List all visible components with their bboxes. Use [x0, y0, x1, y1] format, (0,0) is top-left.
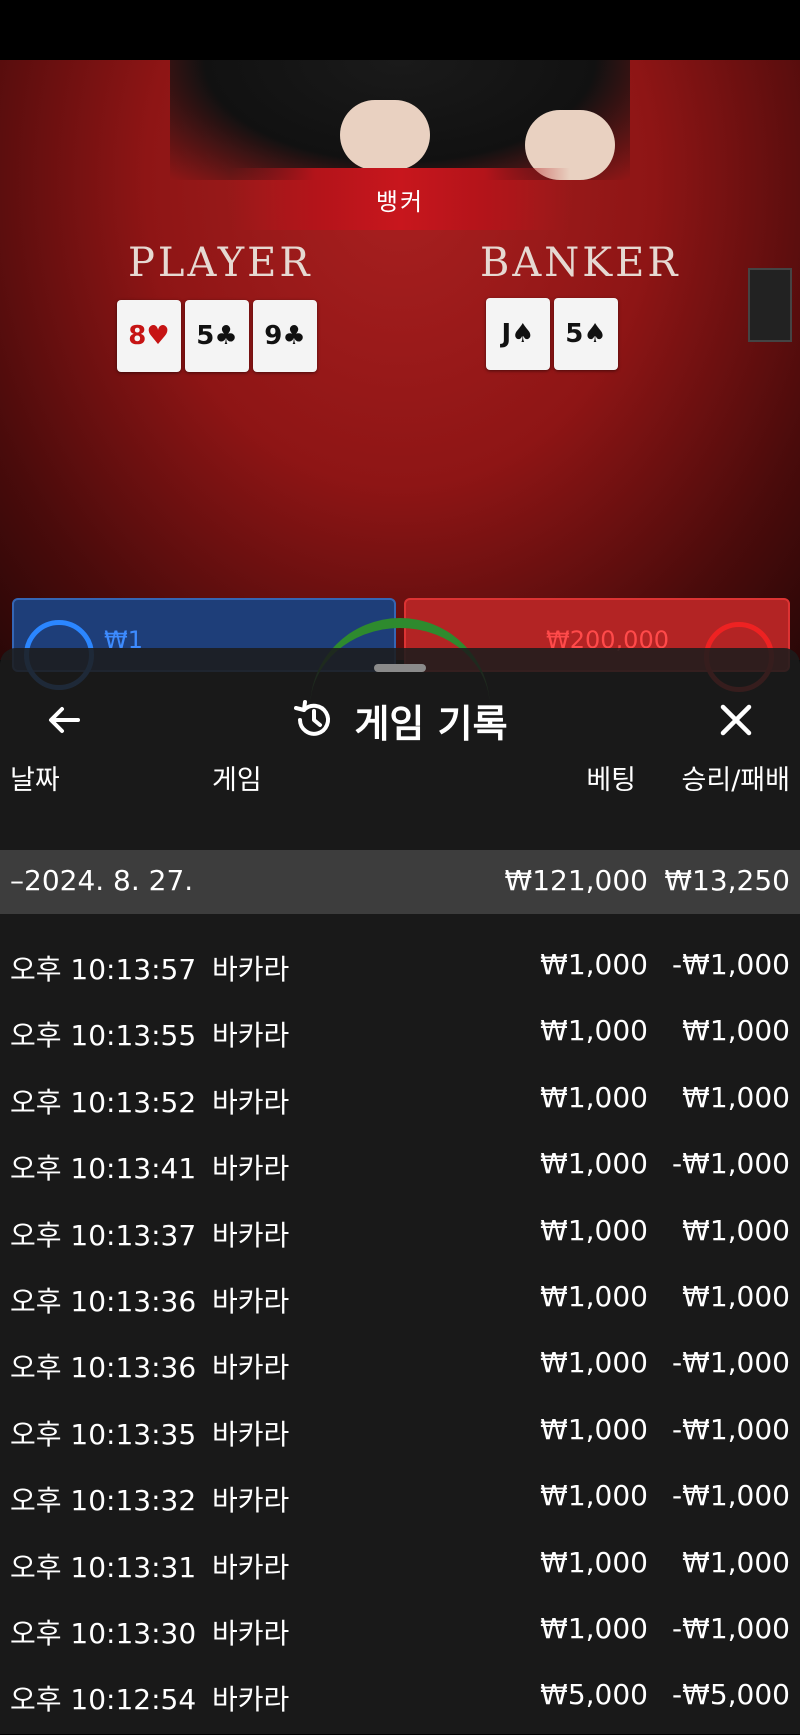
row-game: 바카라 [212, 1284, 290, 1318]
history-row[interactable]: 오후 10:13:55 바카라 ₩1,000 ₩1,000 [0, 1004, 800, 1070]
history-clock-icon [294, 700, 331, 736]
banker-card: J♠ [486, 298, 550, 370]
row-bet: ₩1,000 [540, 1611, 648, 1645]
column-game: 게임 [212, 765, 262, 796]
row-bet: ₩1,000 [540, 1080, 648, 1114]
history-row[interactable]: 오후 10:13:32 바카라 ₩1,000 -₩1,000 [0, 1469, 800, 1535]
game-history-sheet: 게임 기록 날짜 게임 베팅 승리/패배 –2024. 8. 27. ₩121,… [0, 648, 800, 1734]
row-game: 바카라 [212, 1019, 290, 1053]
winner-banner: 뱅커 [230, 168, 570, 230]
summary-bet: ₩121,000 [504, 864, 648, 897]
player-card: 8♥ [117, 300, 181, 372]
row-time: 오후 10:13:41 [10, 1152, 197, 1186]
page-title: 게임 기록 [354, 701, 508, 746]
row-game: 바카라 [212, 1152, 290, 1186]
column-date: 날짜 [10, 765, 60, 796]
row-time: 오후 10:13:55 [10, 1019, 197, 1053]
row-time: 오후 10:13:36 [10, 1284, 197, 1318]
row-time: 오후 10:13:30 [10, 1616, 197, 1650]
history-row[interactable]: 오후 10:13:36 바카라 ₩1,000 -₩1,000 [0, 1336, 800, 1402]
dealer-hand-left [340, 100, 430, 170]
row-bet: ₩1,000 [540, 1346, 648, 1380]
row-result: ₩1,000 [682, 1080, 790, 1114]
history-row[interactable]: 오후 10:12:54 바카라 ₩5,000 -₩5,000 [0, 1668, 800, 1734]
row-time: 오후 10:13:57 [10, 953, 197, 986]
row-result: -₩1,000 [672, 1412, 790, 1446]
row-result: -₩5,000 [672, 1678, 790, 1712]
row-result: -₩1,000 [672, 1147, 790, 1181]
status-bar [0, 0, 800, 60]
row-time: 오후 10:13:35 [10, 1417, 197, 1451]
row-game: 바카라 [212, 1351, 290, 1385]
row-bet: ₩1,000 [540, 1479, 648, 1513]
row-result: -₩1,000 [672, 1611, 790, 1645]
row-game: 바카라 [212, 953, 290, 986]
row-bet: ₩1,000 [540, 1412, 648, 1446]
row-time: 오후 10:13:37 [10, 1218, 197, 1252]
player-label: PLAYER [128, 240, 313, 286]
row-game: 바카라 [212, 1085, 290, 1119]
banker-card: 5♠ [554, 298, 618, 370]
drag-handle[interactable] [374, 664, 426, 672]
row-bet: ₩1,000 [540, 1147, 648, 1181]
row-game: 바카라 [212, 1683, 290, 1717]
card-shoe [748, 268, 792, 342]
summary-date: –2024. 8. 27. [10, 864, 194, 897]
close-icon [720, 704, 752, 736]
row-bet: ₩1,000 [540, 1213, 648, 1247]
history-row[interactable]: 오후 10:13:35 바카라 ₩1,000 -₩1,000 [0, 1403, 800, 1469]
summary-result: ₩13,250 [664, 864, 790, 897]
date-summary-row[interactable]: –2024. 8. 27. ₩121,000 ₩13,250 [0, 850, 800, 914]
history-row[interactable]: 오후 10:13:41 바카라 ₩1,000 -₩1,000 [0, 1137, 800, 1203]
sheet-header: 게임 기록 [0, 690, 800, 750]
row-game: 바카라 [212, 1616, 290, 1650]
history-row[interactable]: 오후 10:13:52 바카라 ₩1,000 ₩1,000 [0, 1071, 800, 1137]
row-bet: ₩1,000 [540, 948, 648, 981]
history-row[interactable]: 오후 10:13:31 바카라 ₩1,000 ₩1,000 [0, 1536, 800, 1602]
row-result: ₩1,000 [682, 1545, 790, 1579]
history-row[interactable]: 오후 10:13:36 바카라 ₩1,000 ₩1,000 [0, 1270, 800, 1336]
player-card: 9♣ [253, 300, 317, 372]
history-row[interactable]: 오후 10:13:30 바카라 ₩1,000 -₩1,000 [0, 1602, 800, 1668]
row-time: 오후 10:12:54 [10, 1683, 197, 1717]
history-row[interactable]: 오후 10:13:37 바카라 ₩1,000 ₩1,000 [0, 1204, 800, 1270]
banker-label: BANKER [480, 240, 681, 286]
row-bet: ₩5,000 [540, 1678, 648, 1712]
close-button[interactable] [706, 690, 766, 750]
row-game: 바카라 [212, 1550, 290, 1584]
row-game: 바카라 [212, 1484, 290, 1518]
row-result: -₩1,000 [672, 948, 790, 981]
row-time: 오후 10:13:52 [10, 1085, 197, 1119]
row-bet: ₩1,000 [540, 1014, 648, 1048]
row-result: ₩1,000 [682, 1014, 790, 1048]
history-list: 오후 10:13:57 바카라 ₩1,000 -₩1,000 오후 10:13:55 바카… [0, 938, 800, 1735]
history-row[interactable]: 오후 10:13:57 바카라 ₩1,000 -₩1,000 [0, 938, 800, 1004]
row-result: ₩1,000 [682, 1213, 790, 1247]
row-result: -₩1,000 [672, 1346, 790, 1380]
row-result: -₩1,000 [672, 1479, 790, 1513]
row-result: ₩1,000 [682, 1279, 790, 1313]
row-game: 바카라 [212, 1417, 290, 1451]
row-time: 오후 10:13:36 [10, 1351, 197, 1385]
column-result: 승리/패배 [681, 765, 790, 796]
row-bet: ₩1,000 [540, 1545, 648, 1579]
column-bet: 베팅 [586, 765, 636, 796]
player-card: 5♣ [185, 300, 249, 372]
row-time: 오후 10:13:31 [10, 1550, 197, 1584]
row-bet: ₩1,000 [540, 1279, 648, 1313]
row-time: 오후 10:13:32 [10, 1484, 197, 1518]
row-game: 바카라 [212, 1218, 290, 1252]
